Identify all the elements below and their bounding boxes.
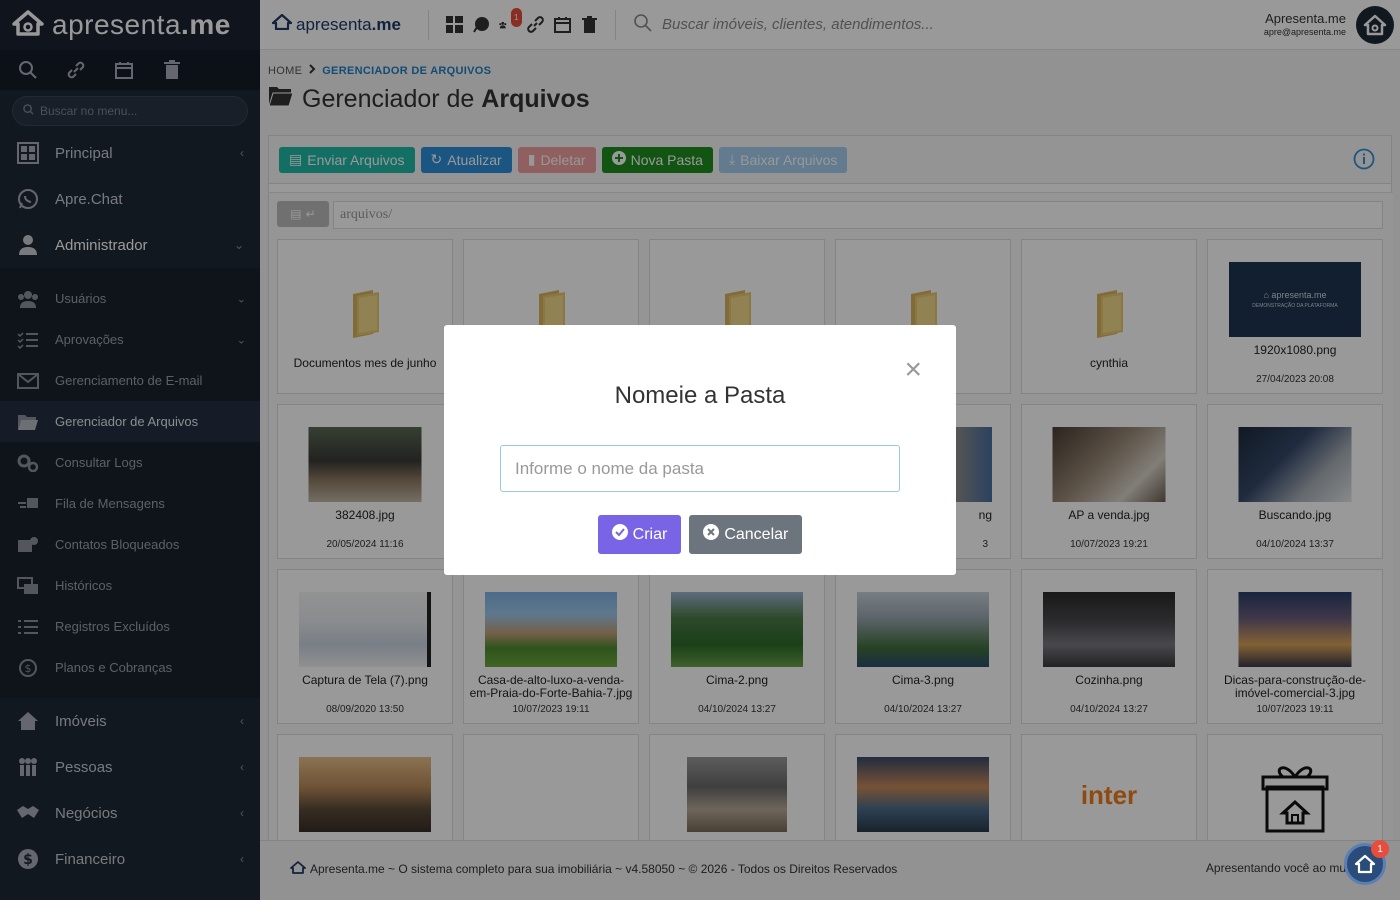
modal-title: Nomeie a Pasta: [614, 382, 786, 409]
modal-actions: Criar Cancelar: [444, 515, 956, 554]
button-label: Criar: [632, 525, 668, 543]
times-circle-icon: [703, 524, 720, 545]
chat-widget[interactable]: 1: [1344, 840, 1389, 887]
chat-badge: 1: [1371, 840, 1389, 858]
chat-bubble-button[interactable]: 1: [1344, 840, 1389, 885]
check-circle-icon: [611, 524, 628, 545]
create-button[interactable]: Criar: [597, 515, 682, 554]
new-folder-modal: × Nomeie a Pasta Informe o nome da pasta…: [444, 325, 956, 575]
button-label: Cancelar: [724, 525, 789, 543]
folder-name-input[interactable]: Informe o nome da pasta: [500, 445, 900, 492]
close-icon[interactable]: ×: [904, 355, 922, 385]
cancel-button[interactable]: Cancelar: [689, 515, 803, 554]
